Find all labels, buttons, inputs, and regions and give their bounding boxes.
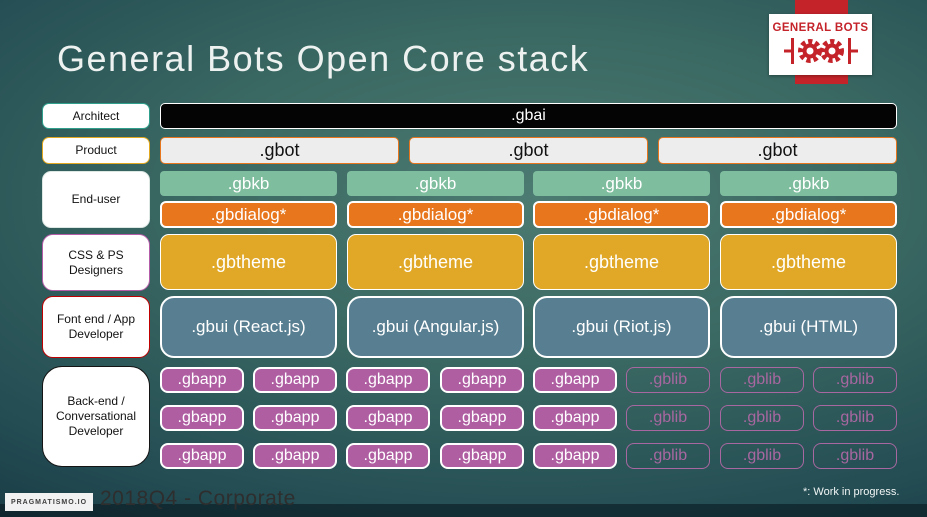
stack-box-gbapp: .gbapp <box>253 405 337 431</box>
stack-box-gbapp: .gbapp <box>533 405 617 431</box>
role-label-backend-developer: Back-end / Conversational Developer <box>42 366 150 467</box>
stack-box-gbai: .gbai <box>160 103 897 129</box>
page-title: General Bots Open Core stack <box>57 38 590 79</box>
stack-box-gbapp: .gbapp <box>346 443 430 469</box>
stack-box-gblib: .gblib <box>626 443 710 469</box>
stack-box-gbapp: .gbapp <box>160 367 244 393</box>
gear-icon <box>783 35 858 67</box>
stack-box-gbapp: .gbapp <box>160 443 244 469</box>
role-label-product: Product <box>42 137 150 164</box>
logo-brand-text: GENERAL BOTS <box>772 22 869 34</box>
stack-box-gbtheme: .gbtheme <box>533 234 710 290</box>
stack-box-gblib: .gblib <box>813 367 897 393</box>
stack-box-gbot: .gbot <box>160 137 399 164</box>
stack-box-gbui-react: .gbui (React.js) <box>160 296 337 358</box>
role-label-architect: Architect <box>42 103 150 129</box>
stack-box-gbapp: .gbapp <box>533 443 617 469</box>
stack-box-gbapp: .gbapp <box>440 367 524 393</box>
stack-box-gbot: .gbot <box>658 137 897 164</box>
stack-box-gbapp: .gbapp <box>440 443 524 469</box>
stack-box-gbapp: .gbapp <box>440 405 524 431</box>
stack-box-gbot: .gbot <box>409 137 648 164</box>
stack-box-gblib: .gblib <box>813 443 897 469</box>
stack-box-gbui-html: .gbui (HTML) <box>720 296 897 358</box>
work-in-progress-footnote: *: Work in progress. <box>803 486 900 498</box>
stack-box-gbdialog: .gbdialog* <box>533 201 710 228</box>
stack-box-gbapp: .gbapp <box>346 367 430 393</box>
footer-version-label: 2018Q4 - Corporate <box>100 487 296 510</box>
stack-box-gbkb: .gbkb <box>720 171 897 196</box>
stack-box-gblib: .gblib <box>720 405 804 431</box>
stack-box-gbkb: .gbkb <box>160 171 337 196</box>
stack-box-gbapp: .gbapp <box>253 367 337 393</box>
stack-box-gbdialog: .gbdialog* <box>720 201 897 228</box>
stack-box-gbtheme: .gbtheme <box>347 234 524 290</box>
general-bots-logo: GENERAL BOTS <box>769 14 872 75</box>
stack-box-gbapp: .gbapp <box>346 405 430 431</box>
stack-box-gbdialog: .gbdialog* <box>160 201 337 228</box>
stack-box-gbtheme: .gbtheme <box>720 234 897 290</box>
stack-box-gbkb: .gbkb <box>533 171 710 196</box>
stack-box-gblib: .gblib <box>626 367 710 393</box>
stack-box-gbapp: .gbapp <box>533 367 617 393</box>
stack-box-gblib: .gblib <box>626 405 710 431</box>
stack-box-gbapp: .gbapp <box>160 405 244 431</box>
slide: General Bots Open Core stack GENERAL BOT… <box>0 0 927 517</box>
role-label-frontend-developer: Font end / App Developer <box>42 296 150 358</box>
stack-box-gbapp: .gbapp <box>253 443 337 469</box>
stack-box-gbtheme: .gbtheme <box>160 234 337 290</box>
stack-box-gbui-riot: .gbui (Riot.js) <box>533 296 710 358</box>
role-label-designers: CSS & PS Designers <box>42 234 150 291</box>
stack-box-gblib: .gblib <box>813 405 897 431</box>
pragmatismo-badge: PRAGMATISMO.IO <box>5 493 93 511</box>
stack-box-gblib: .gblib <box>720 367 804 393</box>
stack-box-gbui-angular: .gbui (Angular.js) <box>347 296 524 358</box>
stack-box-gbdialog: .gbdialog* <box>347 201 524 228</box>
stack-box-gblib: .gblib <box>720 443 804 469</box>
role-label-end-user: End-user <box>42 171 150 228</box>
stack-box-gbkb: .gbkb <box>347 171 524 196</box>
